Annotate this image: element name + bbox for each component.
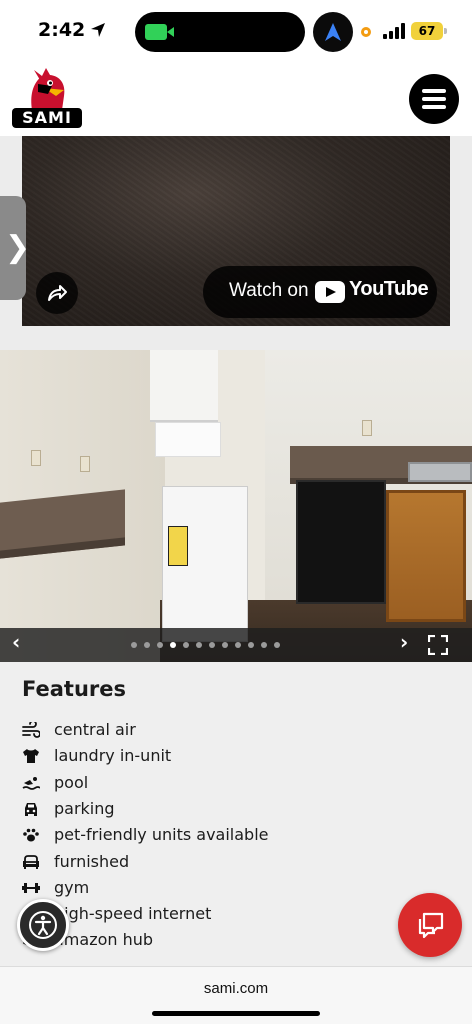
photo-sink: [408, 462, 472, 482]
gallery-dot[interactable]: [261, 642, 267, 648]
feature-label: laundry in-unit: [54, 746, 172, 766]
fullscreen-icon[interactable]: [428, 635, 448, 655]
hamburger-icon-bar: [422, 105, 446, 109]
share-button[interactable]: [36, 272, 78, 314]
status-bar: 2:42 67: [0, 0, 472, 64]
gallery-next-button[interactable]: ›: [400, 630, 408, 654]
photo-washer-panel: [155, 422, 221, 457]
photo-energy-label: [168, 526, 188, 566]
photo-outlet: [362, 420, 372, 436]
cardinal-mascot-icon: [31, 68, 65, 110]
photo-dryer: [150, 350, 218, 422]
hamburger-icon: [422, 89, 446, 93]
share-icon: [48, 285, 67, 301]
gallery-dot[interactable]: [274, 642, 280, 648]
photo-dishwasher: [296, 480, 386, 604]
photo-outlet: [80, 456, 90, 472]
gallery-dot[interactable]: [209, 642, 215, 648]
status-time: 2:42: [38, 19, 86, 41]
gallery-dot[interactable]: [183, 642, 189, 648]
couch-icon: [23, 854, 39, 869]
photo-outlet: [31, 450, 41, 466]
swimmer-icon: [22, 776, 40, 790]
air-flow-icon: [22, 722, 40, 738]
chevron-right-icon: ❯: [5, 230, 31, 265]
feature-label: pool: [54, 772, 89, 792]
photo-cabinet: [386, 490, 466, 622]
feature-label: pet-friendly units available: [54, 825, 269, 845]
paw-icon: [23, 828, 39, 842]
gallery-dot[interactable]: [235, 642, 241, 648]
hamburger-icon-bar: [422, 97, 446, 101]
feature-item: laundry in-unit: [22, 744, 402, 768]
battery-indicator: 67: [411, 22, 447, 40]
location-arrow-icon: [91, 23, 105, 37]
car-icon: [25, 802, 37, 816]
navigation-arrow-icon: [325, 23, 341, 41]
feature-label: amazon hub: [54, 930, 154, 950]
site-header: SAMI: [0, 64, 472, 136]
watch-on-youtube-button[interactable]: Watch on YouTube: [203, 266, 437, 318]
url-text[interactable]: sami.com: [0, 980, 472, 997]
gallery-dot[interactable]: [170, 642, 176, 648]
accessibility-button[interactable]: [17, 899, 69, 951]
dumbbell-icon: [22, 882, 40, 893]
sami-logo[interactable]: SAMI: [12, 66, 82, 130]
logo-wordmark: SAMI: [12, 108, 82, 128]
youtube-play-icon: [315, 281, 345, 303]
feature-item: furnished: [22, 850, 402, 874]
feature-item: gym: [22, 876, 402, 900]
gallery-prev-button[interactable]: ‹: [12, 630, 20, 654]
photo-gallery[interactable]: ‹ ›: [0, 350, 472, 662]
gallery-dot[interactable]: [196, 642, 202, 648]
embedded-video[interactable]: Watch on YouTube: [22, 136, 450, 326]
video-section: Watch on YouTube: [0, 136, 472, 350]
gallery-dot[interactable]: [131, 642, 137, 648]
feature-item: aamazon hub: [22, 928, 402, 952]
feature-label: high-speed internet: [54, 904, 212, 924]
watch-on-label: Watch on: [229, 280, 309, 301]
gallery-dot[interactable]: [157, 642, 163, 648]
feature-item: central air: [22, 718, 402, 742]
feature-label: parking: [54, 798, 115, 818]
accessibility-icon: [29, 911, 57, 939]
cellular-signal-icon: [383, 23, 405, 39]
feature-item: high-speed internet: [22, 902, 402, 926]
gallery-dot[interactable]: [248, 642, 254, 648]
dynamic-island[interactable]: [135, 12, 305, 52]
feature-label: central air: [54, 720, 136, 739]
gallery-dot[interactable]: [144, 642, 150, 648]
home-indicator[interactable]: [152, 1011, 320, 1016]
feature-item: parking: [22, 797, 402, 821]
chat-icon: [418, 912, 444, 939]
feature-item: pet-friendly units available: [22, 823, 402, 847]
chat-button[interactable]: [398, 893, 462, 957]
browser-address-bar[interactable]: sami.com: [0, 966, 472, 1024]
feature-label: furnished: [54, 851, 130, 871]
youtube-brand-label: YouTube: [349, 278, 429, 300]
gallery-controls: ‹ ›: [0, 628, 472, 662]
tshirt-icon: [23, 749, 39, 764]
privacy-indicator-dot: [361, 27, 371, 37]
side-drawer-tab[interactable]: ❯: [0, 196, 30, 300]
feature-label: gym: [54, 877, 90, 897]
facetime-camera-icon: [145, 24, 174, 40]
navigation-indicator[interactable]: [313, 12, 353, 52]
features-heading: Features: [22, 677, 126, 701]
gallery-dot[interactable]: [222, 642, 228, 648]
feature-item: pool: [22, 771, 402, 795]
menu-button[interactable]: [409, 74, 459, 124]
